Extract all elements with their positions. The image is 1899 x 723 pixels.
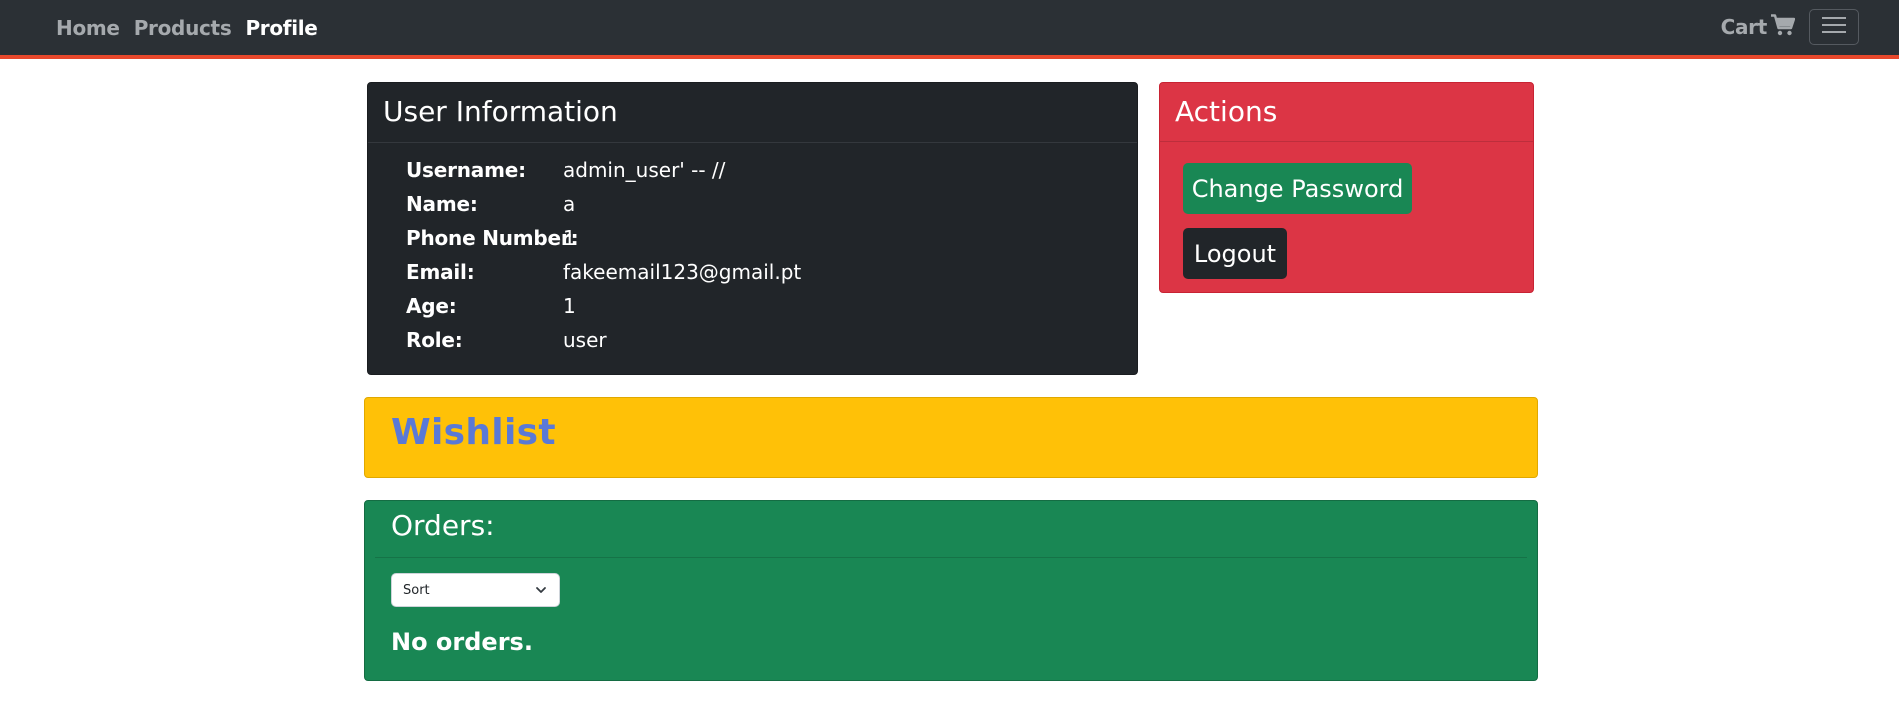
- phone-label: Phone Number:: [406, 226, 579, 250]
- orders-title: Orders:: [391, 509, 495, 542]
- hamburger-menu-icon: [1822, 16, 1846, 38]
- navbar-toggler-button[interactable]: [1809, 9, 1859, 45]
- card-divider: [375, 557, 1527, 558]
- role-value: user: [563, 328, 607, 352]
- wishlist-link[interactable]: Wishlist: [391, 412, 556, 453]
- cart-link[interactable]: Cart: [1720, 13, 1796, 41]
- phone-value: 1: [563, 226, 576, 250]
- change-password-button[interactable]: Change Password: [1183, 163, 1412, 214]
- age-value: 1: [563, 294, 576, 318]
- shopping-cart-icon: [1767, 13, 1796, 41]
- name-value: a: [563, 192, 576, 216]
- name-label: Name:: [406, 192, 478, 216]
- card-divider: [368, 142, 1137, 143]
- no-orders-message: No orders.: [391, 628, 533, 656]
- user-information-card: User Information Username: admin_user' -…: [367, 82, 1138, 375]
- age-label: Age:: [406, 294, 457, 318]
- sort-selected-value: Sort: [403, 582, 430, 598]
- nav-link-products[interactable]: Products: [134, 16, 232, 40]
- card-divider: [1160, 141, 1533, 142]
- email-label: Email:: [406, 260, 475, 284]
- user-information-title: User Information: [383, 95, 618, 128]
- wishlist-card: Wishlist: [364, 397, 1538, 478]
- chevron-down-icon: [535, 584, 547, 600]
- actions-card: Actions Change Password Logout: [1159, 82, 1534, 293]
- role-label: Role:: [406, 328, 463, 352]
- nav-link-home[interactable]: Home: [56, 16, 120, 40]
- cart-label: Cart: [1720, 15, 1768, 39]
- logout-button[interactable]: Logout: [1183, 228, 1287, 279]
- sort-select[interactable]: Sort: [391, 573, 560, 607]
- nav-link-profile[interactable]: Profile: [245, 16, 317, 40]
- actions-title: Actions: [1175, 95, 1278, 128]
- nav-links: Home Products Profile: [56, 0, 332, 55]
- username-label: Username:: [406, 158, 526, 182]
- top-navbar: Home Products Profile Cart: [0, 0, 1899, 59]
- email-value: fakeemail123@gmail.pt: [563, 260, 802, 284]
- username-value: admin_user' -- //: [563, 158, 726, 182]
- orders-card: Orders: Sort No orders.: [364, 500, 1538, 681]
- nav-right: Cart: [1721, 9, 1859, 45]
